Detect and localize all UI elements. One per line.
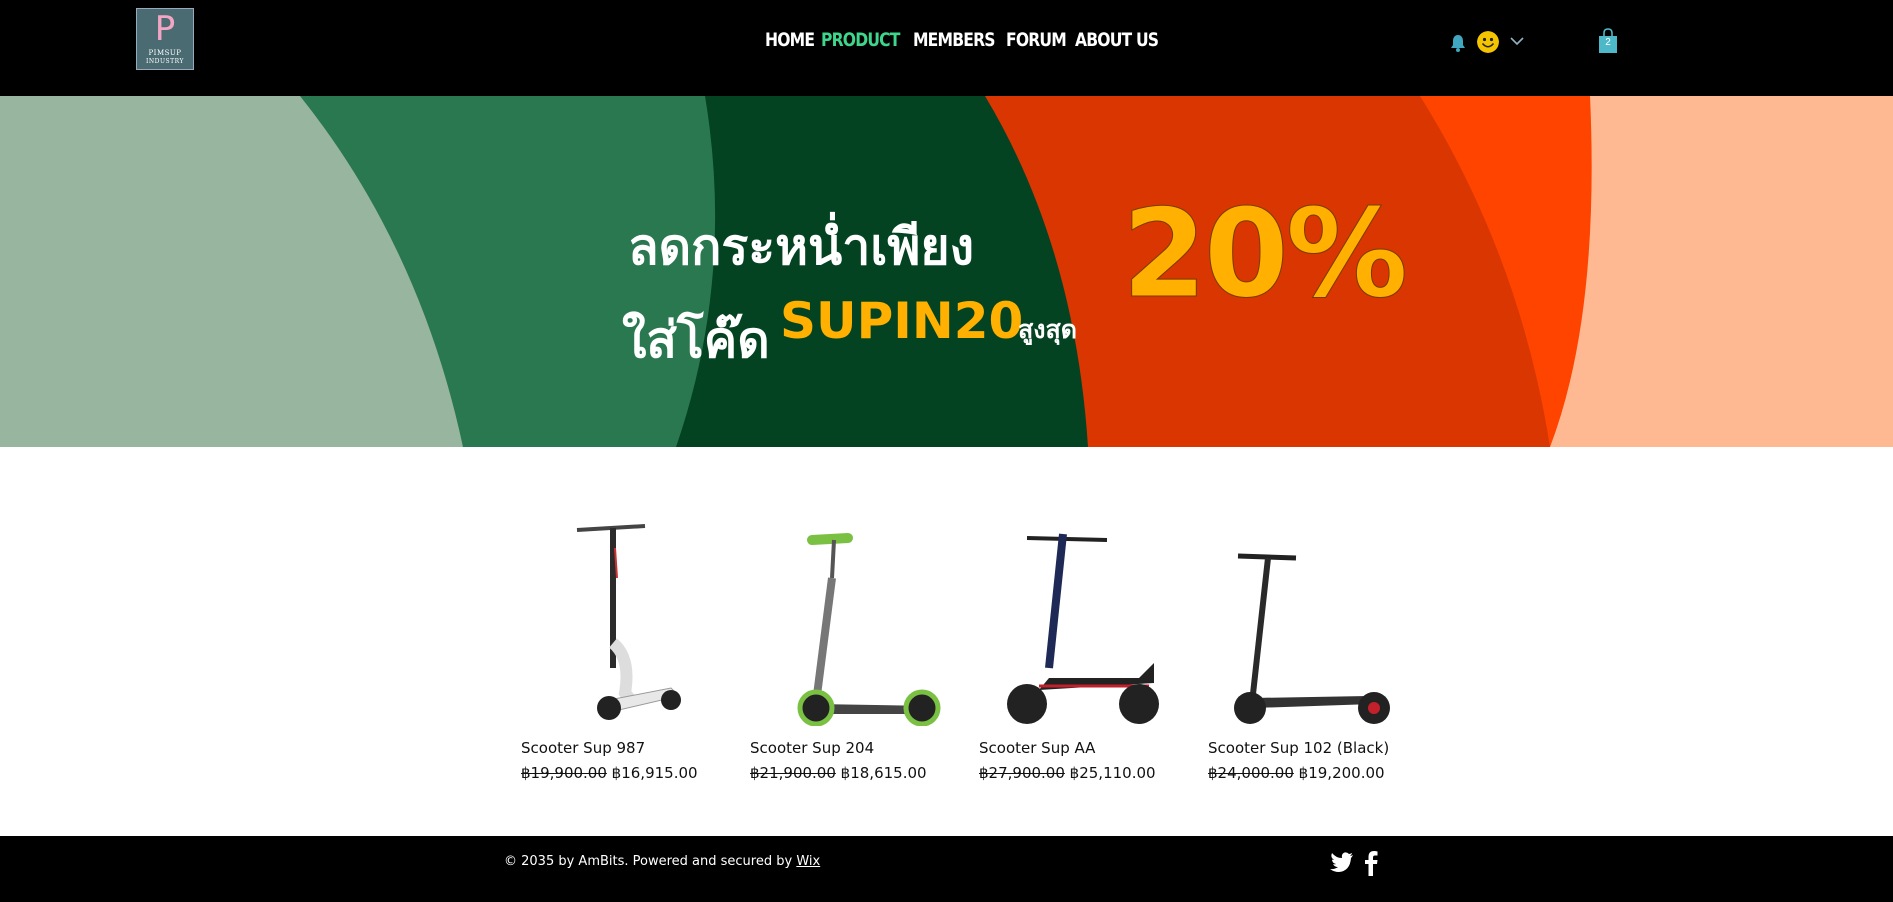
- product-image-scooter[interactable]: [1208, 518, 1418, 726]
- chevron-down-icon[interactable]: [1510, 36, 1524, 46]
- product-price: ฿19,900.00 ฿16,915.00: [521, 764, 698, 782]
- banner-headline: ลดกระหน่ำเพียง: [628, 218, 975, 276]
- footer-text: © 2035 by AmBits. Powered and secured by: [504, 854, 797, 869]
- product-price: ฿21,900.00 ฿18,615.00: [750, 764, 927, 782]
- product-name[interactable]: Scooter Sup 102 (Black): [1208, 739, 1389, 757]
- site-header: P PIMSUP INDUSTRY HOME PRODUCT MEMBERS F…: [0, 0, 1893, 96]
- product-card[interactable]: Scooter Sup 102 (Black) ฿24,000.00 ฿19,2…: [1208, 518, 1418, 788]
- product-old-price: ฿21,900.00: [750, 764, 836, 782]
- banner-max-label: สูงสุด: [1018, 315, 1077, 344]
- product-price: ฿27,900.00 ฿25,110.00: [979, 764, 1156, 782]
- product-image-scooter[interactable]: [750, 518, 960, 726]
- nav-members[interactable]: MEMBERS: [913, 29, 995, 51]
- product-sale-price: ฿18,615.00: [840, 764, 927, 782]
- product-sale-price: ฿19,200.00: [1298, 764, 1385, 782]
- product-name[interactable]: Scooter Sup AA: [979, 739, 1095, 757]
- footer-wix-link[interactable]: Wix: [796, 854, 820, 869]
- logo-letter: P: [154, 9, 176, 49]
- product-image-scooter[interactable]: [521, 518, 731, 726]
- banner-code-prefix: ใส่โค๊ด: [622, 311, 770, 369]
- twitter-icon[interactable]: [1330, 852, 1354, 874]
- site-logo[interactable]: P PIMSUP INDUSTRY: [136, 8, 194, 70]
- bell-icon[interactable]: [1450, 34, 1466, 52]
- cart-count: 2: [1605, 37, 1611, 48]
- nav-forum[interactable]: FORUM: [1006, 29, 1067, 51]
- promo-banner[interactable]: ลดกระหน่ำเพียง ใส่โค๊ด SUPIN20 สูงสุด 20…: [0, 96, 1893, 447]
- product-card[interactable]: Scooter Sup 204 ฿21,900.00 ฿18,615.00: [750, 518, 960, 788]
- footer-copyright: © 2035 by AmBits. Powered and secured by…: [504, 854, 820, 869]
- product-card[interactable]: Scooter Sup AA ฿27,900.00 ฿25,110.00: [979, 518, 1189, 788]
- product-sale-price: ฿16,915.00: [611, 764, 698, 782]
- product-price: ฿24,000.00 ฿19,200.00: [1208, 764, 1385, 782]
- product-gallery: Scooter Sup 987 ฿19,900.00 ฿16,915.00 Sc…: [521, 518, 1390, 798]
- main-nav: HOME PRODUCT MEMBERS FORUM ABOUT US: [765, 29, 1177, 51]
- avatar[interactable]: [1477, 31, 1499, 53]
- banner-promo-code: SUPIN20: [780, 292, 1024, 350]
- product-card[interactable]: Scooter Sup 987 ฿19,900.00 ฿16,915.00: [521, 518, 731, 788]
- product-name[interactable]: Scooter Sup 987: [521, 739, 645, 757]
- nav-product[interactable]: PRODUCT: [821, 29, 900, 51]
- banner-discount-percent: 20%: [1121, 183, 1408, 325]
- nav-home[interactable]: HOME: [765, 29, 815, 51]
- logo-line1: PIMSUP: [148, 49, 182, 57]
- nav-about-us[interactable]: ABOUT US: [1075, 29, 1159, 51]
- product-name[interactable]: Scooter Sup 204: [750, 739, 874, 757]
- product-sale-price: ฿25,110.00: [1069, 764, 1156, 782]
- site-footer: © 2035 by AmBits. Powered and secured by…: [0, 836, 1893, 902]
- logo-line2: INDUSTRY: [146, 58, 184, 65]
- product-old-price: ฿24,000.00: [1208, 764, 1294, 782]
- product-old-price: ฿19,900.00: [521, 764, 607, 782]
- facebook-icon[interactable]: [1364, 850, 1378, 876]
- product-old-price: ฿27,900.00: [979, 764, 1065, 782]
- product-image-scooter[interactable]: [979, 518, 1189, 726]
